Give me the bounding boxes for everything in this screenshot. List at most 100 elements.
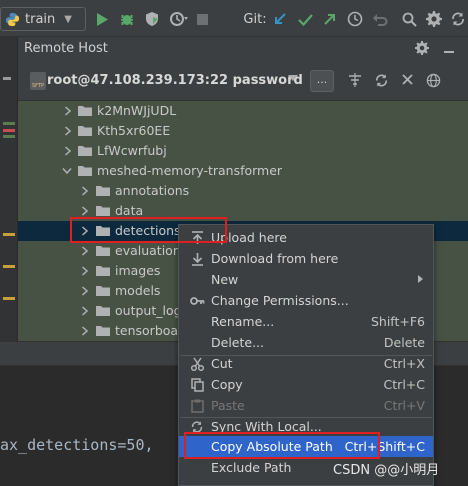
- menu-item-label: Exclude Path: [211, 460, 292, 475]
- menu-item-label: Delete...: [211, 335, 264, 350]
- warning-marker: [3, 233, 15, 236]
- chevron-right-icon[interactable]: [81, 246, 89, 256]
- watermark: CSDN @@小明月: [333, 463, 440, 478]
- vcs-commit-icon[interactable]: [296, 8, 314, 30]
- menu-item-label: Change Permissions...: [211, 293, 349, 308]
- globe-icon[interactable]: [426, 73, 441, 91]
- rollback-icon[interactable]: [371, 8, 389, 30]
- chevron-down-icon[interactable]: [288, 75, 298, 81]
- change-marker: [3, 135, 15, 138]
- tree-item-label: Kth5xr60EE: [97, 123, 171, 138]
- chevron-right-icon[interactable]: [81, 306, 89, 316]
- run-configuration-selector[interactable]: train ▼: [0, 7, 86, 31]
- menu-item-cut[interactable]: Cut Ctrl+X: [179, 353, 433, 374]
- folder-icon: [96, 326, 110, 336]
- menu-item-label: Download from here: [211, 251, 339, 266]
- run-config-label: train: [25, 11, 56, 27]
- search-icon[interactable]: [400, 8, 418, 30]
- menu-item-download-from-here[interactable]: Download from here: [179, 248, 433, 269]
- menu-item-shortcut: Ctrl+C: [383, 377, 425, 392]
- settings-icon[interactable]: [424, 8, 444, 30]
- menu-item-shortcut: Ctrl+V: [383, 398, 425, 413]
- tree-item-label: meshed-memory-transformer: [97, 163, 283, 178]
- vcs-push-icon[interactable]: [321, 8, 339, 30]
- tree-item[interactable]: k2MnWJjUDL: [18, 101, 468, 121]
- tree-item[interactable]: LfWcwrfubj: [18, 141, 468, 161]
- profile-icon[interactable]: [167, 8, 191, 30]
- tree-item[interactable]: annotations: [18, 181, 468, 201]
- menu-item-label: Rename...: [211, 314, 275, 329]
- folder-icon: [96, 266, 110, 276]
- warning-marker: [3, 265, 15, 268]
- tree-item-label: models: [115, 283, 161, 298]
- more-button[interactable]: ...: [310, 70, 334, 92]
- menu-item-change-permissions[interactable]: Change Permissions...: [179, 290, 433, 311]
- tree-item-label: annotations: [115, 183, 190, 198]
- chevron-right-icon[interactable]: [81, 186, 89, 196]
- sync-icon[interactable]: [448, 8, 468, 30]
- tree-item-label: data: [115, 203, 144, 218]
- coverage-icon[interactable]: [142, 8, 162, 30]
- folder-icon: [96, 306, 110, 316]
- menu-item-copy[interactable]: Copy Ctrl+C: [179, 374, 433, 395]
- menu-item-label: Copy: [211, 377, 243, 392]
- cut-icon: [189, 356, 205, 372]
- connection-selector[interactable]: root@47.108.239.173:22 password: [47, 73, 303, 88]
- menu-item-paste[interactable]: Paste Ctrl+V: [179, 395, 433, 416]
- menu-item-new[interactable]: New: [179, 269, 433, 290]
- tree-item-label: output_log: [115, 303, 182, 318]
- panel-settings-icon[interactable]: [415, 41, 429, 58]
- chevron-right-icon[interactable]: [64, 146, 72, 156]
- menu-item-label: Paste: [211, 398, 245, 413]
- folder-icon: [78, 166, 92, 176]
- refresh-icon[interactable]: [374, 73, 389, 91]
- folder-icon: [96, 286, 110, 296]
- tree-item-label: images: [115, 263, 161, 278]
- chevron-down-icon: ▼: [64, 13, 72, 25]
- chevron-right-icon[interactable]: [64, 126, 72, 136]
- menu-item-shortcut: Delete: [383, 335, 425, 350]
- menu-item-delete[interactable]: Delete... Delete: [179, 332, 433, 353]
- code-line: ax_detections=50,: [0, 436, 154, 454]
- tree-item-label: k2MnWJjUDL: [97, 103, 177, 118]
- copy-icon: [189, 377, 205, 393]
- tree-item-label: evaluation: [115, 243, 181, 258]
- submenu-arrow-icon: [418, 275, 423, 283]
- close-icon[interactable]: [401, 73, 414, 89]
- python-icon: [5, 12, 20, 27]
- change-marker: [3, 122, 15, 125]
- tree-item[interactable]: Kth5xr60EE: [18, 121, 468, 141]
- key-icon: [189, 293, 205, 309]
- chevron-right-icon[interactable]: [81, 286, 89, 296]
- history-icon[interactable]: [346, 8, 364, 30]
- chevron-down-icon[interactable]: [62, 167, 72, 175]
- filter-icon[interactable]: [348, 73, 362, 90]
- run-icon[interactable]: [93, 8, 111, 30]
- folder-icon: [78, 126, 92, 136]
- menu-item-label: New: [211, 272, 239, 287]
- chevron-right-icon[interactable]: [81, 326, 89, 336]
- folder-icon: [78, 146, 92, 156]
- stop-icon[interactable]: [193, 8, 211, 30]
- debug-icon[interactable]: [117, 8, 137, 30]
- chevron-right-icon[interactable]: [81, 206, 89, 216]
- chevron-right-icon[interactable]: [81, 266, 89, 276]
- download-icon: [189, 251, 205, 267]
- remote-host-header: Remote Host: [18, 37, 468, 61]
- main-toolbar: train ▼ Git:: [0, 0, 468, 37]
- git-label: Git:: [243, 11, 267, 27]
- tree-item-label: LfWcwrfubj: [97, 143, 167, 158]
- annotation-highlight-menu-item: [184, 432, 380, 459]
- connection-bar: SFTP root@47.108.239.173:22 password ...: [18, 61, 468, 101]
- vcs-update-icon[interactable]: [271, 8, 289, 30]
- folder-icon: [96, 206, 110, 216]
- menu-item-shortcut: Shift+F6: [370, 314, 425, 329]
- annotation-highlight-folder: [70, 217, 227, 243]
- menu-item-rename[interactable]: Rename... Shift+F6: [179, 311, 433, 332]
- chevron-right-icon[interactable]: [64, 106, 72, 116]
- sftp-icon: SFTP: [30, 72, 46, 90]
- tree-item[interactable]: meshed-memory-transformer: [18, 161, 468, 181]
- folder-icon: [96, 186, 110, 196]
- remote-host-title: Remote Host: [24, 41, 108, 56]
- minimize-icon[interactable]: [441, 41, 457, 57]
